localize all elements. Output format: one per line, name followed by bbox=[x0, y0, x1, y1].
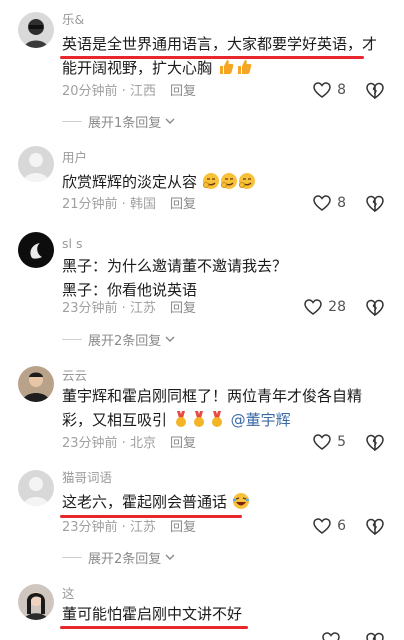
username[interactable]: 猫哥词语 bbox=[62, 470, 112, 486]
heart-icon bbox=[313, 82, 331, 98]
chevron-down-icon bbox=[165, 118, 175, 124]
reply-button[interactable]: 回复 bbox=[170, 301, 196, 316]
like-button[interactable]: 8 bbox=[313, 195, 346, 211]
username[interactable]: 云云 bbox=[62, 368, 87, 384]
laughing-emoji-icon bbox=[232, 493, 249, 509]
avatar[interactable] bbox=[18, 146, 54, 182]
comment-line: 英语是全世界通用语言，大家都要学好英语，才 bbox=[62, 35, 378, 53]
like-count: 28 bbox=[328, 299, 346, 315]
comment-line: 能开阔视野，扩大心胸 bbox=[62, 56, 392, 80]
comment-text: 这老六，霍起刚会普通话 bbox=[62, 490, 392, 514]
avatar[interactable] bbox=[18, 584, 54, 620]
timestamp: 23分钟前 bbox=[62, 520, 118, 535]
smirk-emoji-icon bbox=[202, 173, 219, 189]
thumbs-up-emoji-icon bbox=[219, 60, 234, 74]
location: 江苏 bbox=[129, 520, 156, 535]
heart-icon bbox=[313, 518, 331, 534]
comment-meta: 23分钟前 · 江苏 回复 bbox=[62, 520, 196, 535]
heart-icon bbox=[322, 632, 340, 640]
comment-text: 董可能怕霍启刚中文讲不好 bbox=[62, 602, 392, 626]
timestamp: 20分钟前 bbox=[62, 84, 118, 99]
expand-replies-button[interactable]: 展开2条回复 bbox=[88, 548, 175, 567]
comment-line: 黑子：为什么邀请董不邀请我去？ bbox=[62, 257, 288, 275]
like-button[interactable] bbox=[322, 632, 346, 640]
smirk-emoji-icon bbox=[238, 173, 255, 189]
comment-text: 董宇辉和霍启刚同框了！两位青年才俊各自精 彩，又相互吸引 @董宇辉 bbox=[62, 384, 392, 432]
dislike-heart-icon[interactable] bbox=[366, 434, 384, 451]
smirk-emoji-icon bbox=[220, 173, 237, 189]
like-button[interactable]: 5 bbox=[313, 434, 346, 450]
like-button[interactable]: 8 bbox=[313, 82, 346, 98]
expand-replies-button[interactable]: 展开1条回复 bbox=[88, 112, 175, 131]
chevron-down-icon bbox=[165, 554, 175, 560]
comment-line: 欣赏辉辉的淡定从容 bbox=[62, 170, 392, 194]
comment-meta: 20分钟前 · 江西 回复 bbox=[62, 84, 196, 99]
like-button[interactable]: 6 bbox=[313, 518, 346, 534]
like-count: 8 bbox=[337, 82, 346, 98]
location: 江苏 bbox=[129, 301, 156, 316]
highlight-underline bbox=[60, 626, 248, 629]
timestamp: 21分钟前 bbox=[62, 197, 118, 212]
highlight-underline bbox=[60, 56, 364, 59]
like-button[interactable]: 28 bbox=[304, 299, 346, 315]
comment-line: 彩，又相互吸引 @董宇辉 bbox=[62, 411, 291, 429]
username[interactable]: 乐& bbox=[62, 12, 84, 28]
heart-icon bbox=[304, 299, 322, 315]
medal-emoji-icon bbox=[193, 411, 204, 427]
medal-emoji-icon bbox=[175, 411, 186, 427]
highlight-underline bbox=[60, 515, 242, 518]
reply-button[interactable]: 回复 bbox=[170, 197, 196, 212]
comment-text: 黑子：为什么邀请董不邀请我去？ 黑子：你看他说英语 bbox=[62, 254, 392, 302]
comment-line: 这老六，霍起刚会普通话 bbox=[62, 490, 392, 514]
username[interactable]: 用户 bbox=[62, 150, 87, 166]
heart-icon bbox=[313, 195, 331, 211]
comment-text: 欣赏辉辉的淡定从容 bbox=[62, 170, 392, 194]
location: 北京 bbox=[129, 436, 156, 451]
comment-meta: 21分钟前 · 韩国 回复 bbox=[62, 197, 196, 212]
username[interactable]: 这 bbox=[62, 586, 75, 602]
expand-divider bbox=[62, 557, 82, 558]
like-count: 5 bbox=[337, 434, 346, 450]
reply-button[interactable]: 回复 bbox=[170, 436, 196, 451]
dislike-heart-icon[interactable] bbox=[366, 195, 384, 212]
comment-meta: 23分钟前 · 北京 回复 bbox=[62, 436, 196, 451]
avatar[interactable] bbox=[18, 470, 54, 506]
location: 江西 bbox=[129, 84, 156, 99]
thumbs-up-emoji-icon bbox=[237, 60, 252, 74]
medal-emoji-icon bbox=[211, 411, 222, 427]
like-count: 6 bbox=[337, 518, 346, 534]
heart-icon bbox=[313, 434, 331, 450]
dislike-heart-icon[interactable] bbox=[366, 299, 384, 316]
chevron-down-icon bbox=[165, 336, 175, 342]
dislike-heart-icon[interactable] bbox=[366, 82, 384, 99]
avatar[interactable] bbox=[18, 366, 54, 402]
expand-divider bbox=[62, 339, 82, 340]
mention-link[interactable]: @董宇辉 bbox=[231, 411, 291, 429]
username[interactable]: sl s bbox=[62, 236, 82, 252]
comment-line: 董可能怕霍启刚中文讲不好 bbox=[62, 605, 243, 623]
reply-button[interactable]: 回复 bbox=[170, 520, 196, 535]
timestamp: 23分钟前 bbox=[62, 301, 118, 316]
dislike-heart-icon[interactable] bbox=[366, 632, 384, 640]
like-count: 8 bbox=[337, 195, 346, 211]
avatar[interactable] bbox=[18, 12, 54, 48]
avatar[interactable] bbox=[18, 232, 54, 268]
expand-replies-button[interactable]: 展开2条回复 bbox=[88, 330, 175, 349]
dislike-heart-icon[interactable] bbox=[366, 518, 384, 535]
reply-button[interactable]: 回复 bbox=[170, 84, 196, 99]
location: 韩国 bbox=[129, 197, 156, 212]
comment-meta: 23分钟前 · 江苏 回复 bbox=[62, 301, 196, 316]
timestamp: 23分钟前 bbox=[62, 436, 118, 451]
comment-line: 董宇辉和霍启刚同框了！两位青年才俊各自精 bbox=[62, 387, 363, 405]
expand-divider bbox=[62, 121, 82, 122]
